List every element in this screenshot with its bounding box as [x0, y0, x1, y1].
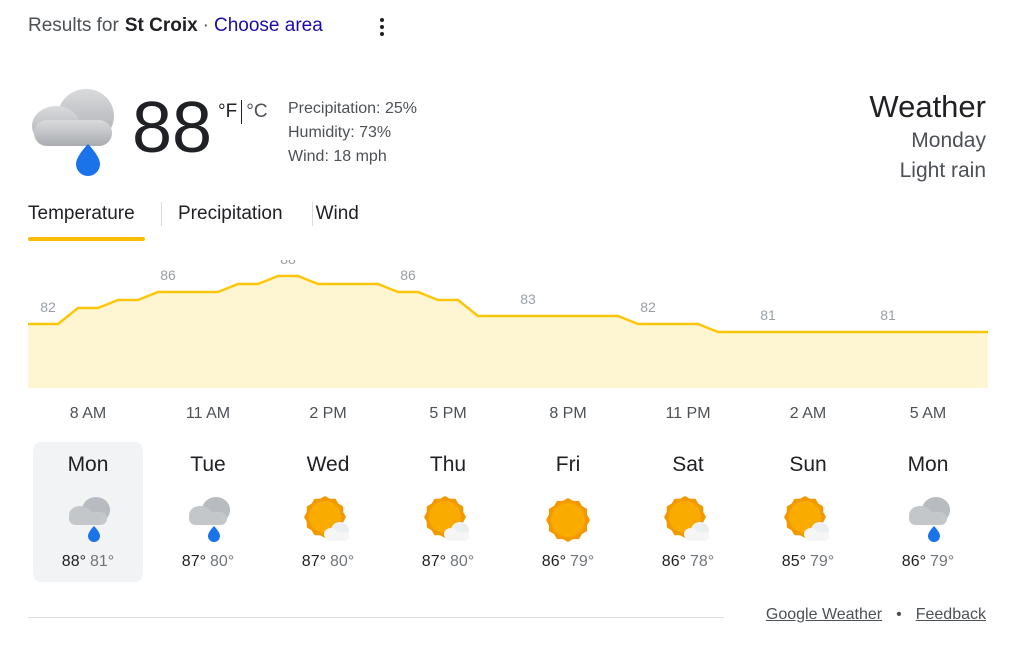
forecast-low: 80° [210, 553, 235, 570]
footer-bullet: • [896, 606, 902, 623]
sun-icon [546, 498, 590, 542]
weather-summary: Weather Monday Light rain [869, 88, 986, 186]
temperature-data-label: 88 [280, 260, 296, 267]
unit-toggle: °F °C [218, 100, 268, 124]
forecast-low: 78° [690, 553, 715, 570]
tab-wind[interactable]: Wind [316, 203, 359, 225]
feedback-link[interactable]: Feedback [916, 606, 986, 624]
hour-label: 11 PM [665, 405, 711, 422]
forecast-high: 88° [61, 553, 86, 570]
hour-label: 2 AM [789, 405, 827, 422]
metric-tabs: Temperature Precipitation Wind [28, 200, 359, 228]
forecast-day-mon[interactable]: Mon 88° 81° [33, 442, 143, 582]
unit-fahrenheit[interactable]: °F [218, 101, 237, 123]
choose-area-link[interactable]: Choose area [214, 15, 323, 37]
current-temperature: 88 [132, 88, 213, 168]
tab-temperature[interactable]: Temperature [28, 203, 145, 225]
forecast-high: 87° [421, 553, 446, 570]
rain-cloud-icon [909, 497, 950, 542]
forecast-temps: 85° 79° [753, 552, 863, 572]
forecast-low: 79° [930, 553, 955, 570]
tab-divider [312, 202, 313, 226]
rain-cloud-icon [32, 89, 114, 176]
temperature-data-label: 81 [880, 307, 896, 323]
unit-celsius[interactable]: °C [246, 101, 267, 123]
temperature-data-label: 81 [760, 307, 776, 323]
forecast-day-name: Sat [672, 453, 704, 476]
location-name: St Croix [124, 15, 198, 36]
footer-links: Google Weather • Feedback [766, 606, 986, 624]
forecast-day-wed[interactable]: Wed 87° 80° [273, 442, 383, 582]
weather-condition: Light rain [899, 159, 986, 182]
temperature-data-label: 82 [40, 299, 56, 315]
sun-cloud-icon [664, 496, 709, 541]
weather-day: Monday [911, 129, 986, 152]
temperature-data-label: 86 [160, 267, 176, 283]
results-prefix: Results for [28, 15, 119, 36]
forecast-day-name: Mon [67, 453, 109, 476]
hour-label: 8 PM [549, 405, 587, 422]
forecast-temps: 87° 80° [393, 552, 503, 572]
sun-cloud-icon [784, 496, 829, 541]
tab-divider [161, 202, 162, 226]
google-weather-link[interactable]: Google Weather [766, 606, 882, 624]
forecast-low: 79° [570, 553, 595, 570]
weather-title: Weather [869, 89, 986, 124]
forecast-high: 87° [301, 553, 326, 570]
forecast-temps: 86° 78° [633, 552, 743, 572]
footer-divider [28, 617, 724, 618]
forecast-high: 86° [541, 553, 566, 570]
hour-label: 2 PM [309, 405, 347, 422]
forecast-day-mon[interactable]: Mon 86° 79° [873, 442, 983, 582]
temperature-data-label: 83 [520, 291, 536, 307]
daily-forecast: Mon 88° 81° Tue 87° 80° Wed 87° 80° Thu 87° 80° Fri 8… [28, 442, 988, 582]
temperature-data-label: 82 [640, 299, 656, 315]
header-separator: · [202, 15, 209, 36]
hour-label: 5 PM [429, 405, 467, 422]
forecast-day-thu[interactable]: Thu 87° 80° [393, 442, 503, 582]
forecast-high: 87° [181, 553, 206, 570]
rain-cloud-icon [69, 497, 110, 542]
forecast-temps: 86° 79° [873, 552, 983, 572]
forecast-day-name: Tue [190, 453, 226, 476]
hour-label: 5 AM [909, 405, 947, 422]
humidity-text: Humidity: 73% [288, 124, 392, 141]
forecast-day-name: Wed [306, 453, 350, 476]
rain-cloud-icon [189, 497, 230, 542]
forecast-day-name: Sun [789, 453, 827, 476]
wind-text: Wind: 18 mph [288, 148, 387, 165]
forecast-temps: 87° 80° [153, 552, 263, 572]
forecast-high: 86° [661, 553, 686, 570]
forecast-high: 85° [781, 553, 806, 570]
sun-cloud-icon [304, 496, 349, 541]
hour-labels: 8 AM 11 AM 2 PM 5 PM 8 PM 11 PM 2 AM 5 AM [28, 405, 988, 425]
hour-label: 8 AM [69, 405, 107, 422]
sun-cloud-icon [424, 496, 469, 541]
active-tab-indicator [28, 237, 145, 241]
forecast-temps: 88° 81° [33, 552, 143, 572]
forecast-day-fri[interactable]: Fri 86° 79° [513, 442, 623, 582]
more-vert-icon[interactable] [375, 14, 389, 40]
temperature-chart: 82 86 88 86 83 82 81 81 [28, 260, 988, 388]
forecast-day-sat[interactable]: Sat 86° 78° [633, 442, 743, 582]
forecast-day-name: Thu [429, 453, 467, 476]
forecast-day-tue[interactable]: Tue 87° 80° [153, 442, 263, 582]
forecast-day-name: Fri [555, 453, 581, 476]
tab-precipitation[interactable]: Precipitation [178, 203, 283, 225]
forecast-temps: 86° 79° [513, 552, 623, 572]
forecast-day-name: Mon [907, 453, 949, 476]
results-header: Results for St Croix · Choose area [28, 15, 323, 37]
current-details: Precipitation: 25% Humidity: 73% Wind: 1… [288, 97, 417, 169]
unit-divider [241, 100, 243, 124]
forecast-day-sun[interactable]: Sun 85° 79° [753, 442, 863, 582]
forecast-high: 86° [901, 553, 926, 570]
precipitation-text: Precipitation: 25% [288, 100, 417, 117]
temperature-data-label: 86 [400, 267, 416, 283]
forecast-temps: 87° 80° [273, 552, 383, 572]
hour-label: 11 AM [185, 405, 231, 422]
forecast-low: 81° [90, 553, 115, 570]
forecast-low: 80° [330, 553, 355, 570]
forecast-low: 79° [810, 553, 835, 570]
forecast-low: 80° [450, 553, 475, 570]
